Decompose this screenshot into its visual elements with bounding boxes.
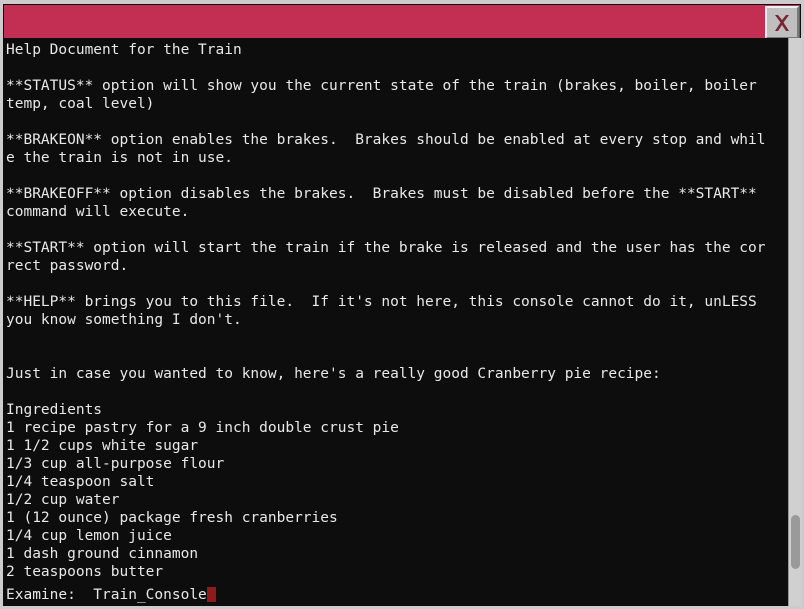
help-document-text: Help Document for the Train **STATUS** o… [6,42,766,580]
examine-status-text: Examine: Train_Console [6,587,207,603]
close-icon [775,14,789,31]
window-titlebar [3,4,801,39]
vertical-scrollbar[interactable] [788,38,801,606]
help-document-window: Help Document for the Train **STATUS** o… [0,0,804,609]
console-output-area[interactable]: Help Document for the Train **STATUS** o… [3,38,801,606]
scrollbar-thumb[interactable] [791,515,800,569]
examine-status-line: Examine: Train_Console [6,586,786,604]
close-button[interactable] [765,6,799,39]
text-cursor [206,587,216,602]
